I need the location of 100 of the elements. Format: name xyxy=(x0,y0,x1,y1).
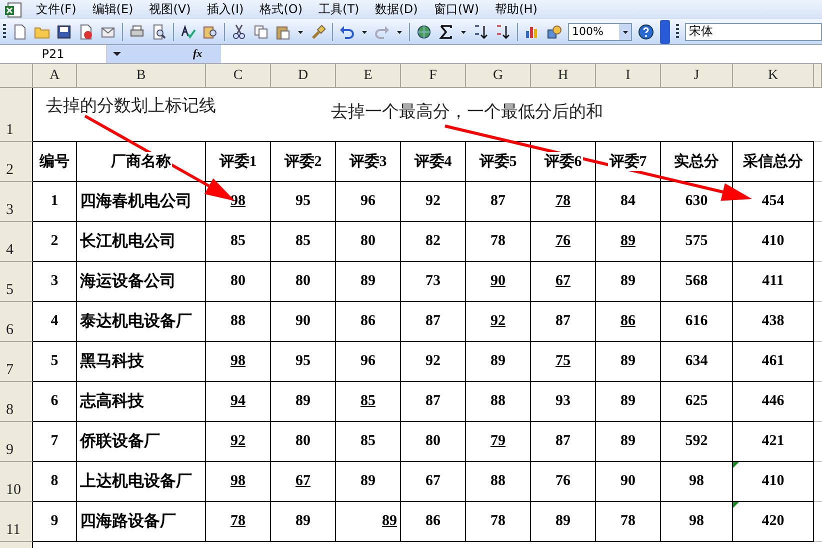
table-cell: 75 xyxy=(531,342,596,382)
row-header[interactable]: 7 xyxy=(0,342,33,382)
toolbar-options-button[interactable] xyxy=(660,20,670,44)
insert-function-button[interactable]: fx xyxy=(193,45,221,63)
table-cell: 四海春机电公司 xyxy=(77,182,206,222)
menu-item[interactable]: 视图(V) xyxy=(141,1,199,18)
table-cell: 78 xyxy=(531,182,596,222)
table-cell: 87 xyxy=(401,382,466,422)
sigma-icon[interactable] xyxy=(438,24,454,40)
globe-icon[interactable] xyxy=(416,24,432,40)
table-cell: 575 xyxy=(661,222,733,262)
menu-item[interactable]: 工具(T) xyxy=(310,1,368,18)
shapes-icon[interactable] xyxy=(546,24,562,40)
table-cell: 89 xyxy=(596,382,661,422)
row-header[interactable]: 2 xyxy=(0,142,33,182)
sort-ascending-icon[interactable] xyxy=(473,24,489,40)
row-header[interactable]: 1 xyxy=(0,88,33,142)
column-header[interactable]: A xyxy=(33,64,77,88)
table-cell: 634 xyxy=(661,342,733,382)
spreadsheet-icon[interactable] xyxy=(4,2,22,18)
row-header[interactable]: 3 xyxy=(0,182,33,222)
table-cell: 泰达机电设备厂 xyxy=(77,302,206,342)
table-cell: 90 xyxy=(596,462,661,502)
print-icon[interactable] xyxy=(129,24,145,40)
table-cell: 长江机电公司 xyxy=(77,222,206,262)
column-header[interactable]: H xyxy=(531,64,596,88)
menu-item[interactable]: 格式(O) xyxy=(252,1,311,18)
table-cell: 96 xyxy=(336,182,401,222)
table-cell: 88 xyxy=(206,302,271,342)
menu-item[interactable]: 窗口(W) xyxy=(426,1,488,18)
annotation-text: 去掉一个最高分，一个最低分后的和 xyxy=(331,101,603,123)
row-header[interactable]: 10 xyxy=(0,462,33,502)
table-cell: 1 xyxy=(33,182,77,222)
help-icon[interactable] xyxy=(638,24,654,40)
spelling-icon[interactable] xyxy=(180,24,196,40)
table-cell: 80 xyxy=(206,262,271,302)
book-search-icon[interactable] xyxy=(202,24,218,40)
table-cell: 92 xyxy=(206,422,271,462)
column-header[interactable]: J xyxy=(661,64,733,88)
new-document-icon[interactable] xyxy=(12,24,28,40)
column-heading: 评委1 xyxy=(218,152,258,171)
table-cell: 89 xyxy=(596,222,661,262)
column-header[interactable]: C xyxy=(206,64,271,88)
dropdown-arrow-icon[interactable] xyxy=(113,51,121,57)
table-cell: 88 xyxy=(466,382,531,422)
brush-icon[interactable] xyxy=(310,24,326,40)
table-cell: 98 xyxy=(206,342,271,382)
column-header[interactable]: D xyxy=(271,64,336,88)
menu-item[interactable]: 插入(I) xyxy=(198,1,252,18)
menu-item[interactable]: 文件(F) xyxy=(28,1,84,18)
column-header[interactable]: B xyxy=(77,64,206,88)
row-header[interactable] xyxy=(0,542,33,548)
table-cell: 85 xyxy=(336,382,401,422)
copy-icon[interactable] xyxy=(253,24,269,40)
row-header[interactable]: 9 xyxy=(0,422,33,462)
column-header[interactable]: E xyxy=(336,64,401,88)
column-heading: 评委3 xyxy=(348,152,388,171)
column-heading: 评委7 xyxy=(608,152,648,171)
table-cell: 78 xyxy=(596,502,661,542)
table-cell: 85 xyxy=(206,222,271,262)
table-cell: 6 xyxy=(33,382,77,422)
table-cell: 67 xyxy=(401,462,466,502)
row-header[interactable]: 8 xyxy=(0,382,33,422)
column-heading: 评委5 xyxy=(478,152,518,171)
menu-item[interactable]: 编辑(E) xyxy=(84,1,142,18)
sort-descending-icon[interactable] xyxy=(495,24,511,40)
table-cell: 85 xyxy=(271,222,336,262)
zoom-dropdown[interactable]: 100% xyxy=(568,22,632,40)
table-cell: 89 xyxy=(531,502,596,542)
table-cell: 89 xyxy=(596,422,661,462)
table-cell: 侨联设备厂 xyxy=(77,422,206,462)
table-cell: 82 xyxy=(401,222,466,262)
table-cell: 80 xyxy=(271,422,336,462)
row-header[interactable]: 5 xyxy=(0,262,33,302)
row-header[interactable]: 11 xyxy=(0,502,33,542)
table-cell: 89 xyxy=(336,462,401,502)
column-header[interactable]: K xyxy=(733,64,814,88)
column-header[interactable]: I xyxy=(596,64,661,88)
save-icon[interactable] xyxy=(56,24,72,40)
column-header[interactable]: F xyxy=(401,64,466,88)
menu-item[interactable]: 数据(D) xyxy=(367,1,426,18)
table-cell: 98 xyxy=(661,462,733,502)
print-preview-icon[interactable] xyxy=(151,24,167,40)
column-heading: 评委6 xyxy=(543,152,583,171)
table-cell: 92 xyxy=(401,342,466,382)
table-cell: 87 xyxy=(531,302,596,342)
table-cell: 67 xyxy=(531,262,596,302)
table-cell: 85 xyxy=(336,422,401,462)
row-header[interactable]: 4 xyxy=(0,222,33,262)
row-header[interactable]: 6 xyxy=(0,302,33,342)
document-stop-icon[interactable] xyxy=(78,24,94,40)
column-heading: 评委2 xyxy=(283,152,323,171)
menu-item[interactable]: 帮助(H) xyxy=(487,1,546,18)
font-dropdown[interactable]: 宋体 xyxy=(685,22,822,40)
paste-icon[interactable] xyxy=(275,24,291,40)
column-header[interactable]: G xyxy=(466,64,531,88)
cut-icon[interactable] xyxy=(231,24,247,40)
table-cell: 90 xyxy=(466,262,531,302)
undo-icon[interactable] xyxy=(339,24,355,40)
column-heading: 评委4 xyxy=(413,152,453,171)
